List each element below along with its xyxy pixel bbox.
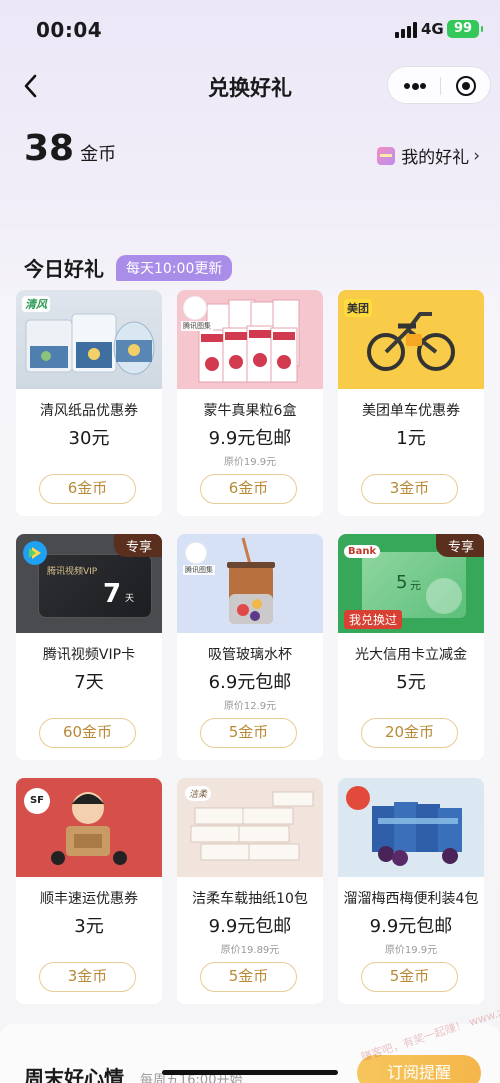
today-section-header: 今日好礼 每天10:00更新 [24, 253, 233, 282]
home-indicator[interactable] [162, 1070, 338, 1075]
product-name: 腾讯视频VIP卡 [42, 647, 136, 663]
network-type: 4G [421, 20, 444, 38]
brand-logo: 洁柔 [185, 786, 212, 801]
card-unit: 元 [410, 579, 421, 592]
coin-balance: 38 金币 [24, 128, 116, 172]
close-miniprogram-button[interactable] [456, 76, 476, 96]
bank-logo: Bank [344, 545, 381, 558]
play-logo-icon [23, 541, 47, 565]
nav-bar: 兑换好礼 [0, 62, 500, 110]
gift-icon [377, 146, 396, 165]
original-price: 原价19.9元 [384, 945, 438, 956]
redeem-button[interactable]: 6金币 [39, 474, 136, 504]
product-price: 30元 [68, 428, 110, 449]
product-image: 洁柔 [177, 778, 323, 877]
product-card[interactable]: 腾讯图集 蒙牛真果粒6盒 9.9元包邮 原价19.9元 6金币 [177, 290, 323, 516]
status-time: 00:04 [36, 18, 103, 42]
product-price: 7天 [74, 672, 104, 693]
product-price: 9.9元包邮 [208, 428, 292, 449]
product-name: 美团单车优惠券 [362, 403, 460, 419]
brand-logo: 美团 [344, 299, 372, 317]
redeem-button[interactable]: 3金币 [39, 962, 136, 992]
product-image: 腾讯视频VIP 7 天 专享 [16, 534, 162, 633]
my-gifts-label: 我的好礼 [401, 148, 470, 168]
product-image: 美团 [338, 290, 484, 389]
exclusive-badge: 专享 [435, 534, 484, 557]
more-button[interactable] [404, 82, 426, 90]
product-name: 顺丰速运优惠券 [40, 891, 138, 907]
product-image: 腾讯图集 [177, 290, 323, 389]
vip-days: 7 [103, 579, 122, 609]
product-name: 蒙牛真果粒6盒 [203, 403, 297, 419]
exclusive-badge: 专享 [113, 534, 162, 557]
product-image [338, 778, 484, 877]
update-tag: 每天10:00更新 [116, 254, 233, 281]
brand-logo [346, 786, 370, 810]
product-card[interactable]: 5 元 Bank 专享 我兑换过 光大信用卡立减金 5元 20金币 [338, 534, 484, 760]
original-price: 原价12.9元 [223, 701, 277, 712]
coin-count: 38 [24, 128, 75, 169]
brand-logo [185, 542, 207, 564]
product-image: 腾讯图集 [177, 534, 323, 633]
vip-card-text: 腾讯视频VIP [47, 567, 98, 577]
capsule-divider [440, 77, 441, 95]
product-name: 洁柔车载抽纸10包 [192, 891, 308, 907]
redeemed-tag: 我兑换过 [344, 610, 403, 629]
card-amount: 5 [396, 572, 408, 593]
product-image: SF [16, 778, 162, 877]
product-card[interactable]: SF 顺丰速运优惠券 3元 3金币 [16, 778, 162, 1004]
product-price: 3元 [74, 916, 104, 937]
coin-unit: 金币 [80, 144, 117, 165]
product-card[interactable]: 洁柔 洁柔车载抽纸10包 9.9元包邮 原价19.89元 5金币 [177, 778, 323, 1004]
product-price: 9.9元包邮 [369, 916, 453, 937]
product-name: 清风纸品优惠券 [40, 403, 138, 419]
product-card[interactable]: 美团 美团单车优惠券 1元 3金币 [338, 290, 484, 516]
product-name: 光大信用卡立减金 [355, 647, 467, 663]
original-price: 原价19.89元 [220, 945, 280, 956]
product-name: 溜溜梅西梅便利装4包 [343, 891, 479, 907]
section-title: 今日好礼 [24, 257, 104, 281]
redeem-button[interactable]: 5金币 [361, 962, 458, 992]
redeem-button[interactable]: 6金币 [200, 474, 297, 504]
product-image: 清风 [16, 290, 162, 389]
product-name: 吸管玻璃水杯 [208, 647, 292, 663]
product-card[interactable]: 腾讯视频VIP 7 天 专享 腾讯视频VIP卡 7天 60金币 [16, 534, 162, 760]
my-gifts-link[interactable]: 我的好礼 › [377, 143, 480, 168]
vip-days-unit: 天 [125, 594, 135, 604]
product-price: 5元 [396, 672, 426, 693]
redeem-button[interactable]: 5金币 [200, 962, 297, 992]
redeem-button[interactable]: 5金币 [200, 718, 297, 748]
redeem-button[interactable]: 3金币 [361, 474, 458, 504]
bank-card: 5 元 [362, 552, 466, 618]
brand-logo [183, 296, 207, 320]
check-icon [426, 578, 462, 614]
signal-icon [395, 22, 417, 38]
sf-logo: SF [24, 788, 50, 814]
redeem-button[interactable]: 60金币 [39, 718, 136, 748]
product-image: 5 元 Bank 专享 我兑换过 [338, 534, 484, 633]
product-price: 1元 [396, 428, 426, 449]
product-price: 9.9元包邮 [208, 916, 292, 937]
brand-text: 腾讯图集 [181, 321, 213, 331]
chevron-right-icon: › [473, 145, 480, 166]
product-card[interactable]: 腾讯图集 吸管玻璃水杯 6.9元包邮 原价12.9元 5金币 [177, 534, 323, 760]
product-card[interactable]: 清风 清风纸品优惠券 30元 6金币 [16, 290, 162, 516]
brand-logo: 清风 [22, 296, 50, 312]
product-price: 6.9元包邮 [208, 672, 292, 693]
product-card[interactable]: 溜溜梅西梅便利装4包 9.9元包邮 原价19.9元 5金币 [338, 778, 484, 1004]
original-price: 原价19.9元 [223, 457, 277, 468]
status-bar: 00:04 4G 99 [0, 0, 500, 60]
battery-icon: 99 [447, 20, 483, 38]
vip-card: 腾讯视频VIP 7 天 [38, 554, 152, 618]
weekend-title: 周末好心情 [24, 1066, 124, 1083]
miniprogram-capsule [387, 66, 491, 104]
brand-text: 腾讯图集 [183, 565, 215, 575]
redeem-button[interactable]: 20金币 [361, 718, 458, 748]
